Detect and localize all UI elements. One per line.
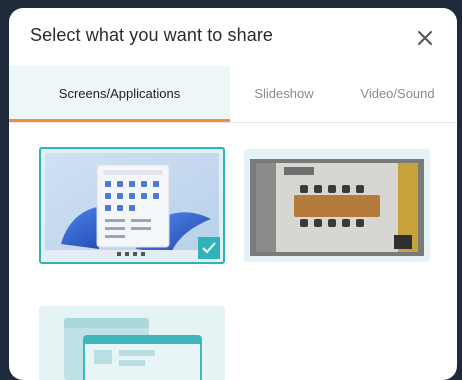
- screen-thumbnail-2[interactable]: [244, 149, 430, 262]
- tab-screens-applications[interactable]: Screens/Applications: [9, 66, 230, 122]
- screen-thumbnail-1[interactable]: [39, 147, 225, 264]
- tab-slideshow[interactable]: Slideshow: [230, 66, 338, 122]
- selected-check-badge: [198, 237, 220, 259]
- tab-video-sound[interactable]: Video/Sound: [338, 66, 457, 122]
- application-thumbnail[interactable]: [39, 306, 225, 380]
- room-preview-image: [250, 159, 424, 256]
- close-button[interactable]: [413, 26, 437, 50]
- desktop-preview-image: [45, 153, 219, 258]
- app-window-icon: [64, 318, 202, 380]
- tab-label: Slideshow: [254, 86, 314, 101]
- share-dialog: Select what you want to share Screens/Ap…: [9, 8, 457, 380]
- tab-bar: Screens/Applications Slideshow Video/Sou…: [9, 66, 457, 123]
- tab-label: Video/Sound: [360, 86, 435, 101]
- dialog-title: Select what you want to share: [30, 25, 274, 45]
- checkmark-icon: [202, 242, 216, 254]
- close-icon: [418, 31, 432, 45]
- tab-label: Screens/Applications: [58, 86, 181, 101]
